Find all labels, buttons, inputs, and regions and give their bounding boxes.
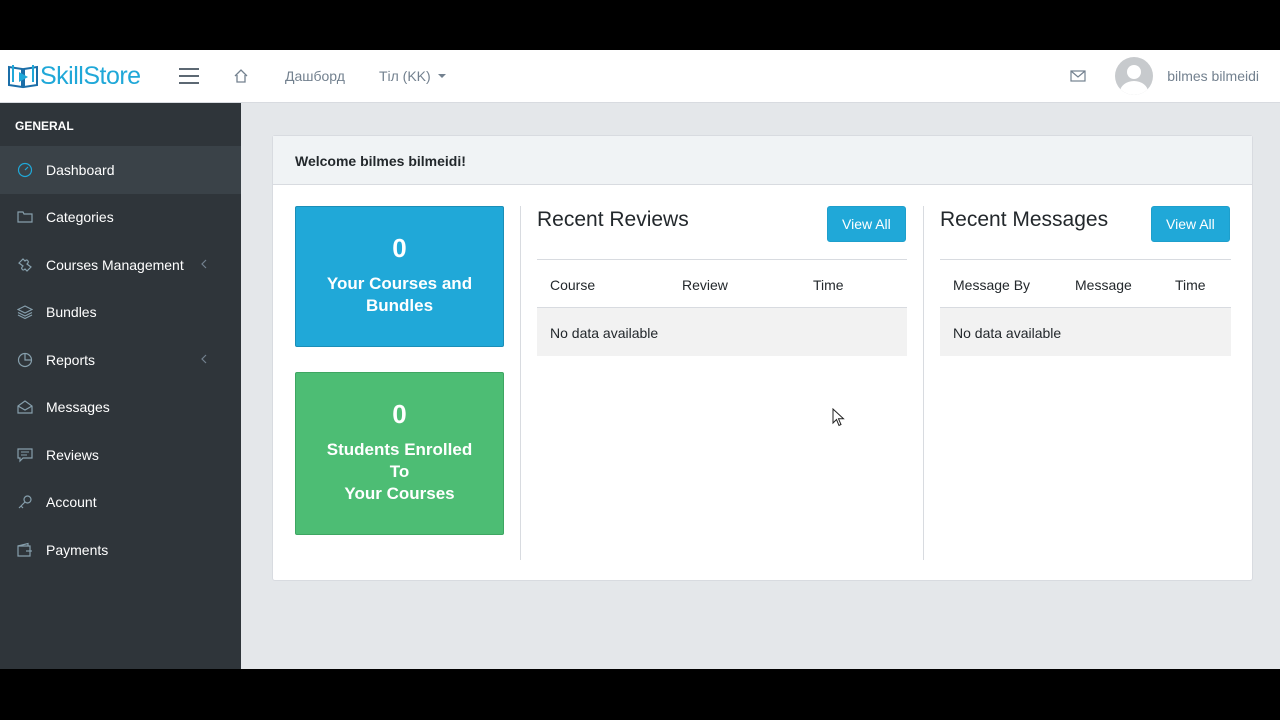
folder-icon [17, 211, 33, 223]
mouse-cursor-icon [832, 408, 845, 427]
user-name[interactable]: bilmes bilmeidi [1167, 68, 1259, 84]
sidebar-item-label: Bundles [46, 304, 97, 321]
navbar-right: bilmes bilmeidi [1070, 57, 1280, 95]
table-header: Course Review Time [537, 259, 907, 308]
language-dropdown[interactable]: Тіл (KK) [379, 68, 446, 84]
column-header[interactable]: Review [682, 277, 728, 293]
messages-table: Message By Message Time No data availabl… [940, 259, 1231, 356]
pie-chart-icon [17, 352, 33, 367]
table-header: Message By Message Time [940, 259, 1231, 308]
stat-card-students: 0 Students Enrolled To Your Courses [295, 372, 504, 535]
stat-label: Students Enrolled To Your Courses [326, 440, 473, 503]
sidebar-item-messages[interactable]: Messages [0, 384, 241, 432]
stat-card-courses: 0 Your Courses and Bundles [295, 206, 504, 347]
sidebar-item-label: Messages [46, 399, 110, 416]
view-all-messages-button[interactable]: View All [1151, 206, 1230, 242]
table-empty-row: No data available [537, 308, 907, 356]
column-divider [923, 206, 924, 560]
brand-name: SkillStore [40, 61, 141, 90]
stat-value: 0 [392, 233, 407, 263]
wallet-icon [17, 542, 32, 557]
speech-icon [17, 448, 33, 463]
sidebar-section-title: GENERAL [15, 119, 74, 133]
welcome-header: Welcome bilmes bilmeidi! [273, 136, 1252, 185]
caret-down-icon [437, 74, 446, 78]
sidebar-item-bundles[interactable]: Bundles [0, 289, 241, 337]
language-label: Тіл (KK) [378, 68, 431, 84]
layers-icon [17, 305, 33, 320]
top-navbar: SkillStore Дашборд Тіл (KK) bilmes bilme… [0, 50, 1280, 103]
sidebar-item-dashboard[interactable]: Dashboard [0, 146, 241, 194]
sidebar-item-label: Payments [46, 541, 109, 558]
home-icon[interactable] [233, 68, 249, 84]
sidebar-item-courses-management[interactable]: Courses Management [0, 241, 241, 289]
column-header[interactable]: Time [813, 277, 844, 293]
sidebar-item-label: Reports [46, 351, 96, 368]
panel-title: Recent Reviews [537, 208, 689, 231]
sidebar-item-payments[interactable]: Payments [0, 526, 241, 574]
app-screen: SkillStore Дашборд Тіл (KK) bilmes bilme… [0, 50, 1280, 669]
table-empty-row: No data available [940, 308, 1231, 356]
speedometer-icon [17, 162, 33, 177]
sidebar: GENERAL Dashboard Categories Courses Man… [0, 103, 241, 669]
column-header[interactable]: Message By [953, 277, 1030, 293]
dashboard-card: Welcome bilmes bilmeidi! 0 Your Courses … [272, 135, 1253, 581]
chevron-left-icon [201, 259, 207, 269]
brand-logo[interactable]: SkillStore [0, 50, 170, 103]
sidebar-item-reports[interactable]: Reports [0, 336, 241, 384]
sidebar-item-categories[interactable]: Categories [0, 194, 241, 242]
column-header[interactable]: Course [550, 277, 595, 293]
sidebar-item-label: Reviews [46, 446, 99, 463]
chevron-left-icon [201, 354, 207, 364]
nav-dashboard-link[interactable]: Дашборд [285, 68, 345, 84]
envelope-open-icon [17, 400, 33, 414]
sidebar-item-reviews[interactable]: Reviews [0, 431, 241, 479]
sidebar-item-account[interactable]: Account [0, 479, 241, 527]
column-divider [520, 206, 521, 560]
sidebar-item-label: Dashboard [46, 161, 115, 178]
sidebar-item-label: Categories [46, 209, 114, 226]
envelope-icon[interactable] [1070, 70, 1086, 82]
stat-label: Your Courses and Bundles [326, 274, 473, 315]
sidebar-item-label: Courses Management [46, 256, 184, 273]
avatar[interactable] [1115, 57, 1154, 95]
sidebar-item-label: Account [46, 494, 97, 511]
sidebar-toggle-button[interactable] [179, 68, 199, 84]
book-play-icon [8, 65, 38, 89]
key-icon [18, 495, 32, 509]
panel-title: Recent Messages [940, 208, 1109, 231]
column-header[interactable]: Message [1075, 277, 1132, 293]
column-header[interactable]: Time [1175, 277, 1206, 293]
puzzle-icon [18, 257, 32, 272]
view-all-reviews-button[interactable]: View All [827, 206, 906, 242]
reviews-table: Course Review Time No data available [537, 259, 907, 356]
stat-value: 0 [392, 399, 407, 429]
